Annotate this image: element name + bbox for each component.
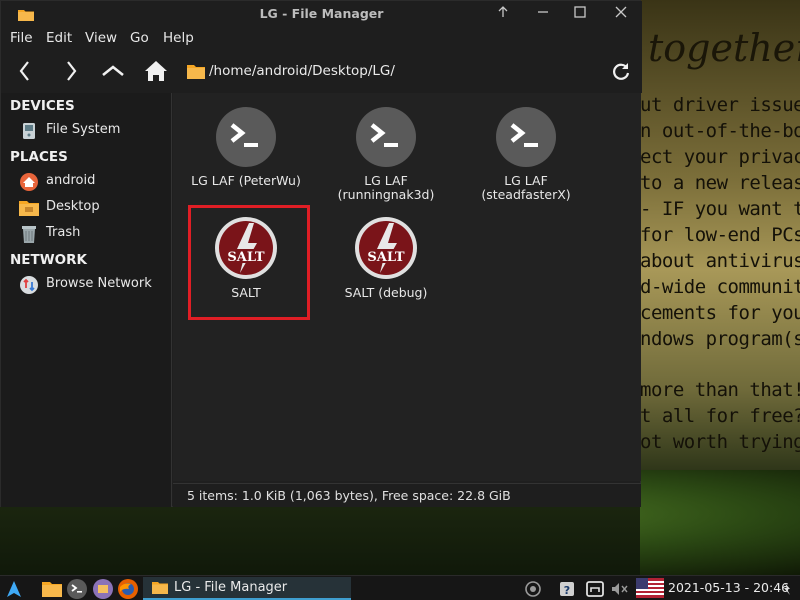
keep-above-button[interactable] — [493, 4, 513, 24]
menu-go[interactable]: Go — [130, 30, 149, 46]
file-manager-window: LG - File Manager File Edit View Go Help — [0, 0, 642, 507]
maximize-button[interactable] — [570, 4, 590, 24]
file-label-line2: (runningnak3d) — [337, 187, 435, 202]
taskbar: LG - File Manager ? 2021-05-13 - 20:46 — [0, 575, 800, 600]
terminal-launcher-icon[interactable] — [66, 578, 88, 600]
menu-file[interactable]: File — [10, 30, 33, 46]
minimize-button[interactable] — [533, 4, 553, 24]
file-item-lg-laf-peterwu[interactable]: LG LAF (PeterWu) — [186, 105, 306, 188]
terminal-icon — [356, 107, 416, 167]
drive-icon — [18, 121, 40, 141]
back-button[interactable] — [11, 57, 39, 85]
path-text: /home/android/Desktop/LG/ — [209, 63, 395, 79]
wallpaper-line: t all for free? — [640, 405, 800, 427]
show-desktop-icon[interactable] — [776, 578, 798, 600]
wallpaper-heading: together — [648, 26, 800, 70]
file-label: LG LAF (steadfasterX) — [466, 174, 586, 202]
sidebar-item-label: File System — [46, 122, 121, 137]
file-manager-launcher-icon[interactable] — [41, 578, 63, 600]
file-label-line2: (steadfasterX) — [481, 187, 571, 202]
taskbar-task-file-manager[interactable]: LG - File Manager — [143, 577, 351, 600]
wallpaper-line: about antivirus — [640, 250, 800, 272]
clock[interactable]: 2021-05-13 - 20:46 — [668, 580, 789, 595]
wallpaper-line: ndows program(s) — [640, 328, 800, 350]
refresh-button[interactable] — [607, 57, 635, 85]
keyboard-layout-flag-icon[interactable] — [636, 578, 664, 600]
title-bar[interactable]: LG - File Manager — [1, 1, 642, 27]
wallpaper-line: ot worth trying? — [640, 431, 800, 453]
file-label: LG LAF (runningnak3d) — [326, 174, 446, 202]
wallpaper-line: ut driver issues — [640, 94, 800, 116]
wallpaper-line: - IF you want to — [640, 198, 800, 220]
task-label: LG - File Manager — [174, 580, 288, 595]
network-icon — [18, 275, 40, 295]
firefox-launcher-icon[interactable] — [117, 578, 139, 600]
wallpaper-line: for low-end PCs — [640, 224, 800, 246]
file-label-line1: LG LAF — [504, 173, 548, 188]
file-item-salt-debug[interactable]: SALT SALT (debug) — [326, 215, 446, 300]
terminal-icon — [496, 107, 556, 167]
file-label-line1: LG LAF — [364, 173, 408, 188]
help-icon[interactable]: ? — [556, 578, 578, 600]
menu-help[interactable]: Help — [163, 30, 194, 46]
sidebar-header-network: NETWORK — [10, 252, 87, 268]
wallpaper-line: ect your privacy — [640, 146, 800, 168]
menu-bar: File Edit View Go Help — [1, 27, 642, 49]
file-item-lg-laf-runningnak3d[interactable]: LG LAF (runningnak3d) — [326, 105, 446, 202]
sidebar-item-trash[interactable]: Trash — [18, 222, 168, 246]
wallpaper-grass — [640, 470, 800, 575]
volume-muted-icon[interactable] — [609, 578, 631, 600]
network-status-icon[interactable] — [584, 578, 606, 600]
sidebar-header-places: PLACES — [10, 149, 68, 165]
up-button[interactable] — [99, 57, 127, 85]
trash-icon — [18, 224, 40, 244]
home-button[interactable] — [142, 57, 170, 85]
sidebar: DEVICES File System PLACES android Deskt… — [1, 93, 172, 507]
wallpaper-line: cements for your — [640, 302, 800, 324]
app-menu-icon[interactable] — [3, 578, 25, 600]
archive-launcher-icon[interactable] — [92, 578, 114, 600]
sidebar-header-devices: DEVICES — [10, 98, 75, 114]
svg-text:SALT: SALT — [367, 250, 405, 265]
selection-highlight-box — [188, 205, 310, 320]
sidebar-item-file-system[interactable]: File System — [18, 119, 168, 143]
sidebar-item-browse-network[interactable]: Browse Network — [18, 273, 168, 297]
home-folder-icon — [18, 172, 40, 192]
sidebar-item-label: android — [46, 173, 96, 188]
wallpaper-line: d-wide community — [640, 276, 800, 298]
desktop-wallpaper: together ut driver issues n out-of-the-b… — [640, 0, 800, 575]
sidebar-item-label: Trash — [46, 225, 81, 240]
terminal-icon — [216, 107, 276, 167]
file-label: LG LAF (PeterWu) — [191, 173, 301, 188]
menu-view[interactable]: View — [85, 30, 117, 46]
svg-text:?: ? — [564, 584, 570, 597]
sidebar-item-desktop[interactable]: Desktop — [18, 196, 168, 220]
menu-edit[interactable]: Edit — [46, 30, 72, 46]
folder-icon — [187, 64, 205, 83]
sidebar-item-label: Desktop — [46, 199, 100, 214]
desktop-folder-icon — [18, 198, 40, 218]
forward-button[interactable] — [57, 57, 85, 85]
folder-icon — [152, 581, 168, 598]
status-bar: 5 items: 1.0 KiB (1,063 bytes), Free spa… — [173, 483, 641, 507]
record-icon[interactable] — [522, 578, 544, 600]
sidebar-item-label: Browse Network — [46, 276, 152, 291]
wallpaper-line: to a new release — [640, 172, 800, 194]
sidebar-item-android[interactable]: android — [18, 170, 168, 194]
wallpaper-line: n out-of-the-box — [640, 120, 800, 142]
salt-icon: SALT — [355, 217, 417, 279]
file-label: SALT (debug) — [344, 285, 428, 300]
wallpaper-line: more than that! — [640, 379, 800, 401]
toolbar: /home/android/Desktop/LG/ — [1, 49, 642, 93]
status-text: 5 items: 1.0 KiB (1,063 bytes), Free spa… — [187, 488, 511, 503]
file-item-lg-laf-steadfasterx[interactable]: LG LAF (steadfasterX) — [466, 105, 586, 202]
close-button[interactable] — [611, 4, 631, 24]
